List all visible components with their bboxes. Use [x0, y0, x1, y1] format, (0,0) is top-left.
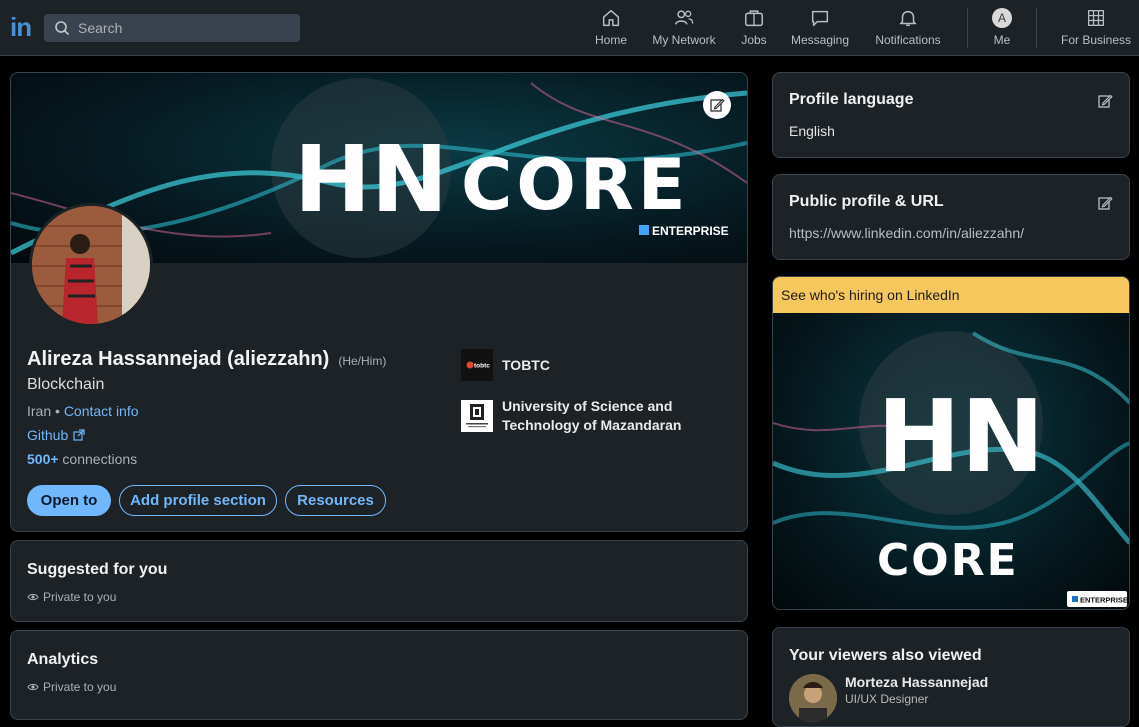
eye-icon — [27, 593, 39, 601]
university-logo — [461, 400, 493, 432]
edit-banner-button[interactable] — [703, 91, 731, 119]
resources-button[interactable]: Resources — [285, 485, 386, 516]
location-row: Iran • Contact info — [27, 403, 139, 419]
privacy-label: Private to you — [43, 590, 117, 604]
nav-my-network-label: My Network — [652, 33, 716, 47]
network-icon — [675, 10, 694, 25]
ad-brand-top: HN — [877, 378, 1044, 495]
nav-jobs[interactable]: Jobs — [737, 0, 771, 56]
nav-messaging-label: Messaging — [790, 33, 850, 47]
org-university-line2: Technology of Mazandaran — [502, 417, 682, 433]
edit-language-icon[interactable] — [1097, 93, 1113, 109]
org-current-company[interactable]: tobtc TOBTC — [461, 349, 550, 381]
briefcase-icon — [745, 10, 763, 27]
profile-photo[interactable] — [29, 203, 153, 327]
linkedin-logo[interactable]: in — [10, 14, 36, 40]
ad-brand-bottom: CORE — [877, 535, 1019, 586]
profile-location: Iran — [27, 403, 52, 419]
profile-card: HN CORE ENTERPRISE Alireza Hassannejad (… — [10, 72, 748, 532]
bullet-separator: • — [51, 403, 64, 419]
open-to-button[interactable]: Open to — [27, 485, 111, 516]
profile-language-value: English — [789, 123, 835, 139]
suggested-title: Suggested for you — [27, 561, 168, 578]
ad-badge: ENTERPRISE — [1080, 596, 1128, 605]
org-name-tobtc: TOBTC — [502, 356, 550, 373]
search-icon — [55, 21, 70, 36]
banner-brand-right: CORE — [461, 144, 690, 226]
pencil-icon — [710, 98, 725, 112]
nav-for-business-label: For Business — [1060, 33, 1132, 47]
eye-icon — [27, 683, 39, 691]
connections-row[interactable]: 500+ connections — [27, 451, 137, 467]
search-input[interactable] — [78, 20, 288, 36]
nav-me-label: Me — [993, 33, 1011, 47]
name-row: Alireza Hassannejad (aliezzahn) (He/Him) — [27, 348, 386, 371]
profile-pronouns: (He/Him) — [338, 354, 387, 368]
nav-home-label: Home — [594, 33, 627, 47]
external-link-icon — [73, 429, 85, 441]
nav-jobs-label: Jobs — [741, 33, 767, 47]
analytics-title: Analytics — [27, 651, 99, 668]
nav-divider — [1036, 8, 1037, 48]
profile-name: Alireza Hassannejad (aliezzahn) — [27, 348, 330, 370]
hiring-ad-image[interactable]: HN CORE ENTERPRISE — [773, 313, 1129, 609]
connections-label: connections — [58, 451, 138, 467]
org-education[interactable]: University of Science and Technology of … — [461, 397, 681, 435]
grid-icon — [1088, 10, 1104, 26]
nav-for-business[interactable]: For Business — [1060, 0, 1132, 56]
viewer-item[interactable]: Morteza Hassannejad UI/UX Designer — [789, 674, 988, 722]
avatar-icon: A — [992, 8, 1012, 28]
suggested-card: Suggested for you Private to you — [10, 540, 748, 622]
home-icon — [602, 9, 620, 27]
public-profile-title: Public profile & URL — [789, 193, 944, 210]
website-label: Github — [27, 427, 69, 443]
nav-divider — [967, 8, 968, 48]
profile-photo-image — [32, 206, 150, 324]
add-profile-section-button[interactable]: Add profile section — [119, 485, 277, 516]
privacy-label: Private to you — [43, 680, 117, 694]
connections-count: 500+ — [27, 451, 59, 467]
hiring-ad-card[interactable]: See who's hiring on LinkedIn HN CORE ENT… — [772, 276, 1130, 610]
privacy-note: Private to you — [27, 680, 116, 694]
org-name-university: University of Science and Technology of … — [502, 397, 681, 435]
viewer-name[interactable]: Morteza Hassannejad — [845, 674, 988, 690]
profile-headline: Blockchain — [27, 376, 105, 393]
tobtc-logo: tobtc — [461, 349, 493, 381]
search-box[interactable] — [44, 14, 300, 42]
nav-my-network[interactable]: My Network — [648, 0, 720, 56]
viewer-avatar[interactable] — [789, 674, 837, 722]
contact-info-link[interactable]: Contact info — [64, 403, 139, 419]
privacy-note: Private to you — [27, 590, 116, 604]
nav-notifications-label: Notifications — [875, 33, 941, 47]
hiring-ad-heading: See who's hiring on LinkedIn — [773, 277, 1129, 313]
bell-icon — [899, 10, 917, 27]
viewers-also-viewed-card: Your viewers also viewed Morteza Hassann… — [772, 627, 1130, 727]
banner-brand-left: HN — [294, 126, 448, 233]
viewers-title: Your viewers also viewed — [789, 647, 982, 664]
edit-url-icon[interactable] — [1097, 195, 1113, 211]
analytics-card: Analytics Private to you — [10, 630, 748, 720]
nav-me[interactable]: A Me — [988, 0, 1016, 56]
banner-badge: ENTERPRISE — [652, 224, 729, 238]
profile-language-title: Profile language — [789, 91, 914, 108]
ad-dna-graphic: HN CORE ENTERPRISE — [773, 331, 1129, 607]
website-link[interactable]: Github — [27, 427, 85, 443]
nav-messaging[interactable]: Messaging — [789, 0, 851, 56]
messaging-icon — [811, 10, 829, 27]
nav-home[interactable]: Home — [592, 0, 630, 56]
public-profile-url[interactable]: https://www.linkedin.com/in/aliezzahn/ — [789, 225, 1024, 241]
svg-text:tobtc: tobtc — [474, 363, 490, 370]
nav-notifications[interactable]: Notifications — [870, 0, 946, 56]
viewer-info: Morteza Hassannejad UI/UX Designer — [845, 674, 988, 706]
public-profile-card: Public profile & URL https://www.linkedi… — [772, 174, 1130, 260]
org-university-line1: University of Science and — [502, 398, 673, 414]
top-navigation-bar: in Home My Network Jobs Messaging Notifi… — [0, 0, 1139, 56]
profile-language-card: Profile language English — [772, 72, 1130, 158]
